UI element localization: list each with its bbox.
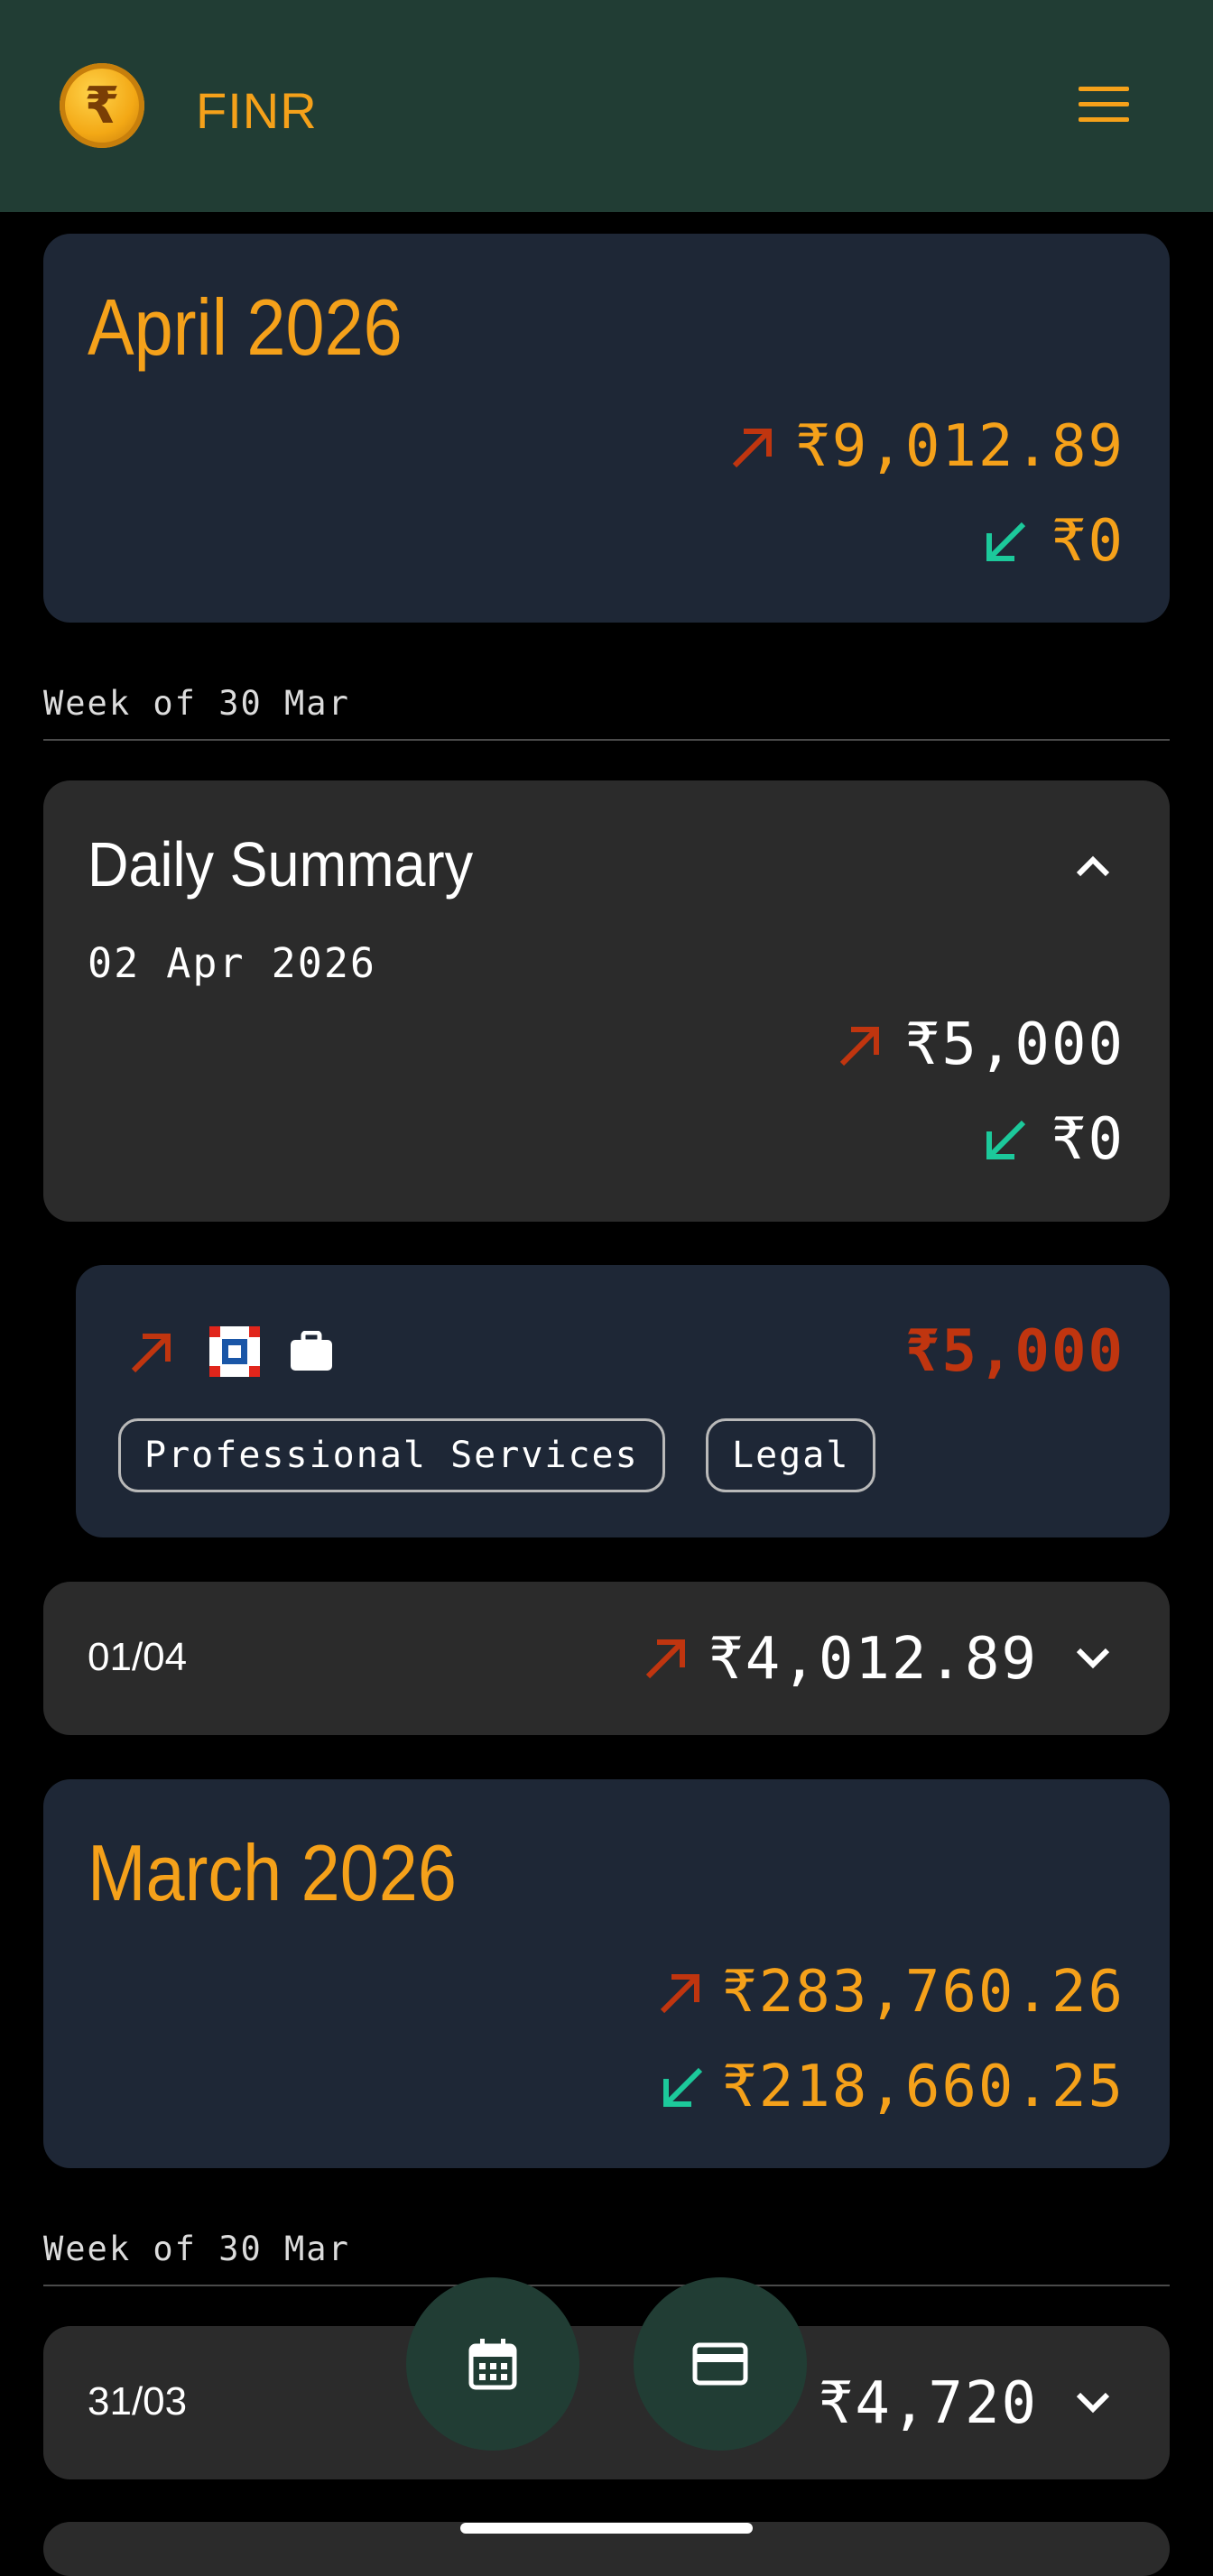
app-title: FINR <box>196 82 318 139</box>
daily-credit-total: ₹0 <box>1051 1106 1125 1173</box>
calendar-icon <box>468 2339 517 2390</box>
chevron-up-icon[interactable] <box>1073 853 1113 880</box>
day-row-date: 31/03 <box>88 2379 188 2424</box>
credit-arrow-icon <box>982 1117 1029 1164</box>
month-title: April 2026 <box>88 282 403 372</box>
home-indicator <box>460 2523 753 2534</box>
month-debit-total: ₹283,760.26 <box>722 1959 1125 2026</box>
rupee-coin-icon: ₹ <box>84 76 120 135</box>
app-logo: ₹ <box>60 63 144 148</box>
debit-arrow-icon <box>128 1329 175 1376</box>
month-credit-total: ₹0 <box>1051 508 1125 575</box>
day-row-amount: ₹4,720 <box>818 2370 1038 2437</box>
week-divider <box>43 739 1170 741</box>
tag-chip[interactable]: Legal <box>706 1418 876 1492</box>
credit-arrow-icon <box>659 2064 706 2111</box>
card-fab-button[interactable] <box>634 2277 807 2451</box>
hamburger-menu-icon[interactable] <box>1079 87 1129 123</box>
credit-card-icon <box>692 2342 748 2386</box>
daily-summary-date: 02 Apr 2026 <box>88 939 377 987</box>
month-credit-total: ₹218,660.25 <box>722 2054 1125 2120</box>
chevron-down-icon[interactable] <box>1073 1645 1113 1672</box>
month-debit-total: ₹9,012.89 <box>795 413 1125 480</box>
bank-logo-icon <box>209 1326 260 1377</box>
tag-chip[interactable]: Professional Services <box>118 1418 665 1492</box>
day-row-amount: ₹4,012.89 <box>708 1626 1038 1693</box>
day-row-date: 01/04 <box>88 1635 188 1679</box>
debit-arrow-icon <box>657 1970 704 2017</box>
transaction-amount: ₹5,000 <box>904 1318 1125 1385</box>
week-label: Week of 30 Mar <box>43 2230 350 2268</box>
debit-arrow-icon <box>837 1022 884 1069</box>
week-divider <box>43 2285 1170 2286</box>
top-app-bar <box>0 0 1213 212</box>
chevron-down-icon[interactable] <box>1073 2389 1113 2416</box>
credit-arrow-icon <box>982 519 1029 566</box>
daily-debit-total: ₹5,000 <box>904 1011 1125 1078</box>
month-title: March 2026 <box>88 1828 457 1917</box>
transaction-card[interactable] <box>76 1265 1170 1537</box>
debit-arrow-icon <box>729 424 776 471</box>
calendar-fab-button[interactable] <box>406 2277 579 2451</box>
briefcase-icon <box>289 1331 334 1372</box>
debit-arrow-icon <box>643 1635 690 1682</box>
daily-summary-title: Daily Summary <box>88 829 474 900</box>
week-label: Week of 30 Mar <box>43 684 350 723</box>
